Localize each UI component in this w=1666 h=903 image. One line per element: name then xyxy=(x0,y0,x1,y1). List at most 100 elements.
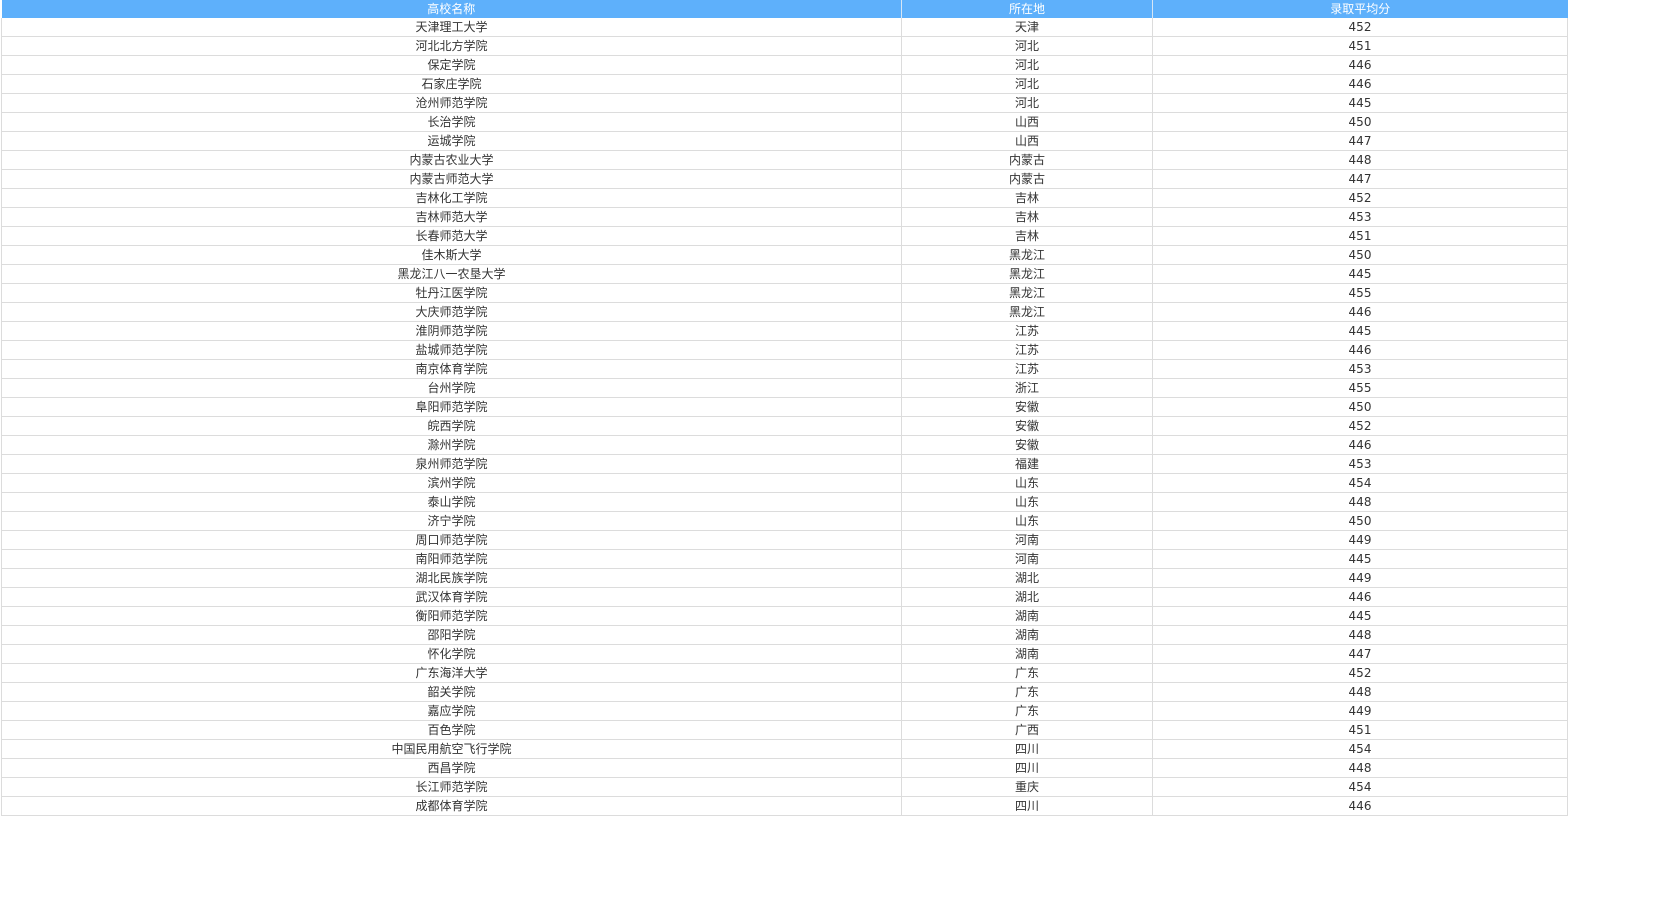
cell-university-name: 泰山学院 xyxy=(1,492,902,512)
cell-university-name: 台州学院 xyxy=(1,378,902,398)
cell-average-score: 454 xyxy=(1152,473,1568,493)
table-row: 泰山学院 山东 448 xyxy=(1,492,1568,512)
cell-location: 湖南 xyxy=(901,644,1153,664)
table-row: 佳木斯大学 黑龙江 450 xyxy=(1,245,1568,265)
cell-location: 广东 xyxy=(901,682,1153,702)
header-university-name[interactable]: 高校名称 xyxy=(1,0,902,18)
cell-location: 重庆 xyxy=(901,777,1153,797)
cell-average-score: 452 xyxy=(1152,416,1568,436)
cell-university-name: 大庆师范学院 xyxy=(1,302,902,322)
cell-location: 四川 xyxy=(901,739,1153,759)
cell-location: 广西 xyxy=(901,720,1153,740)
cell-average-score: 452 xyxy=(1152,18,1568,37)
cell-location: 河南 xyxy=(901,549,1153,569)
table-row: 衡阳师范学院 湖南 445 xyxy=(1,606,1568,626)
cell-average-score: 454 xyxy=(1152,739,1568,759)
cell-university-name: 盐城师范学院 xyxy=(1,340,902,360)
table-row: 周口师范学院 河南 449 xyxy=(1,530,1568,550)
cell-average-score: 450 xyxy=(1152,511,1568,531)
table-header: 高校名称 所在地 录取平均分 xyxy=(1,0,1568,18)
table-row: 石家庄学院 河北 446 xyxy=(1,74,1568,94)
admission-scores-table: 高校名称 所在地 录取平均分 天津理工大学 天津 452 河北北方学院 河北 451 保定学… xyxy=(1,0,1568,816)
cell-location: 湖北 xyxy=(901,587,1153,607)
table-row: 长江师范学院 重庆 454 xyxy=(1,777,1568,797)
cell-location: 安徽 xyxy=(901,416,1153,436)
cell-university-name: 长江师范学院 xyxy=(1,777,902,797)
cell-university-name: 石家庄学院 xyxy=(1,74,902,94)
cell-average-score: 445 xyxy=(1152,606,1568,626)
table-row: 滨州学院 山东 454 xyxy=(1,473,1568,493)
cell-location: 山东 xyxy=(901,511,1153,531)
table-row: 南阳师范学院 河南 445 xyxy=(1,549,1568,569)
cell-average-score: 449 xyxy=(1152,701,1568,721)
table-row: 内蒙古师范大学 内蒙古 447 xyxy=(1,169,1568,189)
table-row: 怀化学院 湖南 447 xyxy=(1,644,1568,664)
cell-university-name: 保定学院 xyxy=(1,55,902,75)
table-row: 南京体育学院 江苏 453 xyxy=(1,359,1568,379)
cell-university-name: 湖北民族学院 xyxy=(1,568,902,588)
cell-location: 河北 xyxy=(901,55,1153,75)
cell-university-name: 衡阳师范学院 xyxy=(1,606,902,626)
cell-university-name: 沧州师范学院 xyxy=(1,93,902,113)
cell-university-name: 吉林化工学院 xyxy=(1,188,902,208)
cell-average-score: 449 xyxy=(1152,530,1568,550)
cell-university-name: 河北北方学院 xyxy=(1,36,902,56)
cell-university-name: 济宁学院 xyxy=(1,511,902,531)
cell-university-name: 泉州师范学院 xyxy=(1,454,902,474)
cell-location: 天津 xyxy=(901,18,1153,37)
table-row: 湖北民族学院 湖北 449 xyxy=(1,568,1568,588)
cell-average-score: 450 xyxy=(1152,397,1568,417)
cell-location: 吉林 xyxy=(901,188,1153,208)
cell-location: 广东 xyxy=(901,701,1153,721)
cell-average-score: 448 xyxy=(1152,682,1568,702)
cell-location: 河北 xyxy=(901,36,1153,56)
cell-average-score: 446 xyxy=(1152,796,1568,816)
cell-location: 黑龙江 xyxy=(901,283,1153,303)
cell-university-name: 长春师范大学 xyxy=(1,226,902,246)
cell-location: 内蒙古 xyxy=(901,169,1153,189)
cell-location: 河北 xyxy=(901,93,1153,113)
cell-location: 四川 xyxy=(901,796,1153,816)
header-location[interactable]: 所在地 xyxy=(901,0,1153,18)
cell-average-score: 455 xyxy=(1152,378,1568,398)
cell-university-name: 中国民用航空飞行学院 xyxy=(1,739,902,759)
admission-scores-table-container: 高校名称 所在地 录取平均分 天津理工大学 天津 452 河北北方学院 河北 451 保定学… xyxy=(1,0,1568,816)
cell-average-score: 449 xyxy=(1152,568,1568,588)
table-row: 广东海洋大学 广东 452 xyxy=(1,663,1568,683)
cell-university-name: 佳木斯大学 xyxy=(1,245,902,265)
header-average-score[interactable]: 录取平均分 xyxy=(1152,0,1568,18)
cell-university-name: 淮阴师范学院 xyxy=(1,321,902,341)
table-row: 中国民用航空飞行学院 四川 454 xyxy=(1,739,1568,759)
cell-location: 福建 xyxy=(901,454,1153,474)
cell-average-score: 446 xyxy=(1152,55,1568,75)
table-row: 皖西学院 安徽 452 xyxy=(1,416,1568,436)
table-row: 沧州师范学院 河北 445 xyxy=(1,93,1568,113)
cell-university-name: 南京体育学院 xyxy=(1,359,902,379)
table-row: 运城学院 山西 447 xyxy=(1,131,1568,151)
header-row: 高校名称 所在地 录取平均分 xyxy=(1,0,1568,18)
cell-university-name: 内蒙古农业大学 xyxy=(1,150,902,170)
cell-average-score: 455 xyxy=(1152,283,1568,303)
cell-location: 湖南 xyxy=(901,625,1153,645)
cell-location: 黑龙江 xyxy=(901,302,1153,322)
cell-average-score: 451 xyxy=(1152,226,1568,246)
cell-average-score: 446 xyxy=(1152,302,1568,322)
cell-location: 吉林 xyxy=(901,207,1153,227)
table-row: 成都体育学院 四川 446 xyxy=(1,796,1568,816)
cell-average-score: 446 xyxy=(1152,74,1568,94)
cell-university-name: 韶关学院 xyxy=(1,682,902,702)
cell-average-score: 446 xyxy=(1152,435,1568,455)
cell-average-score: 450 xyxy=(1152,112,1568,132)
cell-university-name: 南阳师范学院 xyxy=(1,549,902,569)
cell-average-score: 451 xyxy=(1152,720,1568,740)
table-row: 韶关学院 广东 448 xyxy=(1,682,1568,702)
cell-average-score: 446 xyxy=(1152,587,1568,607)
cell-average-score: 447 xyxy=(1152,644,1568,664)
cell-location: 山西 xyxy=(901,112,1153,132)
table-row: 滁州学院 安徽 446 xyxy=(1,435,1568,455)
table-row: 台州学院 浙江 455 xyxy=(1,378,1568,398)
cell-location: 四川 xyxy=(901,758,1153,778)
cell-location: 江苏 xyxy=(901,359,1153,379)
cell-university-name: 滁州学院 xyxy=(1,435,902,455)
table-row: 盐城师范学院 江苏 446 xyxy=(1,340,1568,360)
